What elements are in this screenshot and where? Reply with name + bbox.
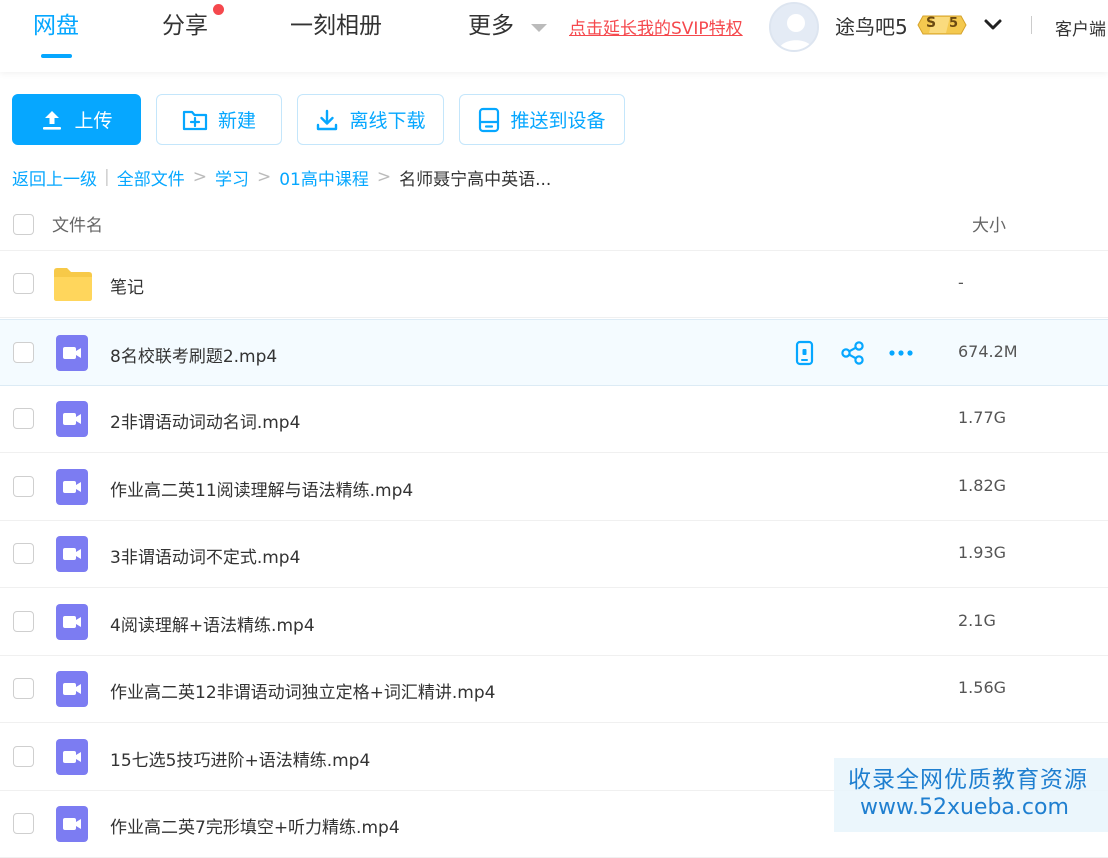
column-header-size[interactable]: 大小 (972, 211, 1006, 236)
row-checkbox[interactable] (13, 813, 34, 834)
file-name[interactable]: 2非谓语动词动名词.mp4 (110, 408, 300, 433)
video-file-icon (53, 334, 93, 371)
row-checkbox[interactable] (13, 475, 34, 497)
tab-more[interactable]: 更多 (468, 10, 514, 42)
breadcrumb-study[interactable]: 学习 (215, 165, 249, 190)
breadcrumb: 返回上一级 | 全部文件 > 学习 > 01高中课程 > 名师聂宁高中英语... (12, 165, 552, 190)
upload-button[interactable]: 上传 (12, 94, 141, 145)
offline-download-button[interactable]: 离线下载 (297, 94, 444, 145)
upload-icon (43, 110, 62, 130)
username[interactable]: 途鸟吧5 (835, 11, 908, 40)
file-name[interactable]: 3非谓语动词不定式.mp4 (110, 543, 300, 568)
chevron-down-icon[interactable] (982, 14, 1004, 36)
file-name[interactable]: 4阅读理解+语法精练.mp4 (110, 611, 315, 636)
column-header-name[interactable]: 文件名 (52, 211, 103, 236)
file-row[interactable]: 作业高二英12非谓语动词独立定格+词汇精讲.mp4 1.56G (0, 656, 1108, 723)
row-checkbox[interactable] (13, 678, 34, 699)
new-folder-button[interactable]: 新建 (156, 94, 282, 145)
file-row[interactable]: 3非谓语动词不定式.mp4 1.93G (0, 521, 1108, 588)
file-name[interactable]: 8名校联考刷题2.mp4 (110, 342, 277, 367)
watermark-url: www.52xueba.com (860, 795, 1069, 820)
push-to-phone-icon[interactable] (792, 340, 818, 366)
row-checkbox[interactable] (13, 745, 34, 767)
new-folder-icon (182, 110, 208, 130)
video-file-icon (53, 603, 93, 640)
svip-level-badge: S 5 (917, 14, 967, 36)
file-name[interactable]: 15七选5技巧进阶+语法精练.mp4 (110, 746, 370, 771)
file-list-header: 文件名 大小 (0, 196, 1108, 251)
new-folder-label: 新建 (217, 110, 256, 132)
tab-share[interactable]: 分享 (162, 10, 208, 42)
row-checkbox[interactable] (13, 408, 34, 429)
offline-download-label: 离线下载 (349, 110, 426, 132)
share-notification-dot (213, 4, 224, 15)
client-download-link[interactable]: 客户端 (1055, 15, 1106, 40)
breadcrumb-arrow: > (192, 167, 207, 187)
row-actions (792, 340, 936, 368)
active-tab-indicator (41, 54, 72, 58)
breadcrumb-all-files[interactable]: 全部文件 (117, 165, 185, 190)
badge-letter: S (926, 15, 937, 31)
tab-yike-album[interactable]: 一刻相册 (290, 10, 382, 42)
file-size: - (958, 273, 964, 292)
row-checkbox[interactable] (13, 610, 34, 632)
video-file-icon (53, 806, 93, 842)
file-size: 1.93G (958, 543, 1007, 562)
breadcrumb-back[interactable]: 返回上一级 (12, 165, 97, 190)
file-size: 2.1G (958, 610, 996, 630)
file-name[interactable]: 作业高二英7完形填空+听力精练.mp4 (110, 813, 400, 838)
watermark-slogan: 收录全网优质教育资源 (848, 767, 1088, 793)
file-name[interactable]: 笔记 (110, 273, 144, 298)
video-file-icon (53, 671, 93, 707)
video-file-icon (53, 401, 93, 437)
device-icon (479, 107, 500, 132)
avatar[interactable] (769, 2, 819, 52)
download-icon (317, 109, 338, 130)
file-row[interactable]: 8名校联考刷题2.mp4 674.2M (0, 318, 1108, 386)
push-to-device-label: 推送到设备 (510, 110, 606, 132)
file-row[interactable]: 4阅读理解+语法精练.mp4 2.1G (0, 589, 1108, 656)
video-file-icon (53, 468, 93, 505)
file-size: 674.2M (958, 341, 1018, 361)
video-file-icon (53, 738, 93, 775)
file-size: 1.77G (958, 408, 1007, 427)
file-size: 1.56G (958, 678, 1007, 697)
file-name[interactable]: 作业高二英12非谓语动词独立定格+词汇精讲.mp4 (110, 678, 495, 703)
video-file-icon (53, 536, 93, 572)
row-checkbox[interactable] (13, 273, 34, 294)
file-row[interactable]: 作业高二英11阅读理解与语法精练.mp4 1.82G (0, 454, 1108, 521)
row-checkbox[interactable] (13, 543, 34, 564)
file-row[interactable]: 2非谓语动词动名词.mp4 1.77G (0, 386, 1108, 453)
breadcrumb-highschool-courses[interactable]: 01高中课程 (279, 165, 369, 190)
top-nav: 网盘 分享 一刻相册 更多 点击延长我的SVIP特权 途鸟吧5 S 5 客户端 (0, 0, 1108, 72)
breadcrumb-divider: | (104, 167, 110, 187)
share-icon[interactable] (840, 340, 866, 366)
tab-netdisk[interactable]: 网盘 (33, 10, 79, 42)
nav-divider (1031, 16, 1032, 34)
badge-level: 5 (949, 16, 959, 31)
more-actions-icon[interactable] (888, 340, 914, 366)
folder-icon (53, 266, 93, 302)
select-all-checkbox[interactable] (13, 214, 34, 235)
push-to-device-button[interactable]: 推送到设备 (459, 94, 625, 145)
breadcrumb-arrow: > (376, 167, 392, 187)
folder-row[interactable]: 笔记 - (0, 251, 1108, 318)
file-size: 1.82G (958, 475, 1007, 495)
upload-label: 上传 (74, 110, 113, 132)
more-caret-icon[interactable] (531, 24, 547, 32)
svip-extend-link[interactable]: 点击延长我的SVIP特权 (569, 14, 743, 39)
breadcrumb-current: 名师聂宁高中英语... (399, 169, 552, 190)
site-watermark: 收录全网优质教育资源 www.52xueba.com (834, 758, 1108, 832)
file-name[interactable]: 作业高二英11阅读理解与语法精练.mp4 (110, 476, 413, 501)
breadcrumb-arrow: > (256, 167, 272, 187)
row-checkbox[interactable] (13, 341, 34, 363)
